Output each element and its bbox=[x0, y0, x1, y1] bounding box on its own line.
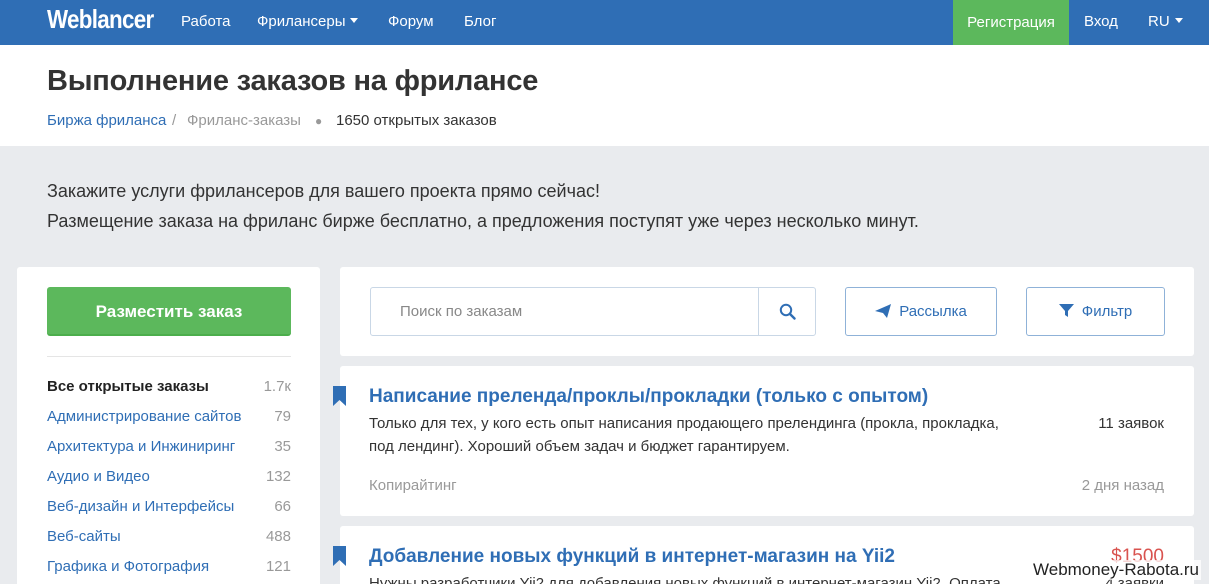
bookmark-icon[interactable] bbox=[333, 546, 346, 566]
category-count: 79 bbox=[274, 408, 291, 425]
login-link[interactable]: Вход bbox=[1084, 13, 1118, 30]
category-label: Все открытые заказы bbox=[47, 378, 209, 395]
nav-blog[interactable]: Блог bbox=[464, 13, 496, 30]
category-sidebar: Разместить заказ Все открытые заказы 1.7… bbox=[17, 267, 320, 584]
subscribe-label: Рассылка bbox=[899, 303, 967, 320]
search-icon bbox=[779, 303, 796, 320]
category-label: Аудио и Видео bbox=[47, 468, 150, 485]
nav-work[interactable]: Работа bbox=[181, 13, 231, 30]
category-count: 66 bbox=[274, 498, 291, 515]
breadcrumb-dot: ● bbox=[315, 114, 323, 128]
bookmark-icon[interactable] bbox=[333, 386, 346, 406]
job-description: Нужны разработчики Yii2 для добавления н… bbox=[369, 575, 1001, 584]
category-count: 488 bbox=[265, 528, 291, 545]
open-orders-count: 1650 открытых заказов bbox=[336, 112, 497, 129]
category-count: 1.7к bbox=[263, 378, 291, 395]
job-time: 2 дня назад bbox=[1081, 477, 1164, 494]
top-navbar: Weblancer Работа Фрилансеры Форум Блог Р… bbox=[0, 0, 1209, 45]
breadcrumb-home[interactable]: Биржа фриланса bbox=[47, 112, 166, 129]
breadcrumb-current: Фриланс-заказы bbox=[187, 112, 301, 129]
nav-freelancers-label: Фрилансеры bbox=[257, 13, 346, 30]
category-count: 35 bbox=[274, 438, 291, 455]
nav-forum[interactable]: Форум bbox=[388, 13, 434, 30]
chevron-down-icon bbox=[1174, 18, 1183, 24]
category-item[interactable]: Администрирование сайтов 79 bbox=[47, 408, 291, 430]
search-panel: Рассылка Фильтр bbox=[340, 267, 1194, 356]
search-input[interactable] bbox=[370, 287, 759, 336]
category-label: Веб-сайты bbox=[47, 528, 121, 545]
paper-plane-icon bbox=[875, 303, 892, 318]
filter-button[interactable]: Фильтр bbox=[1026, 287, 1165, 336]
category-item[interactable]: Веб-сайты 488 bbox=[47, 528, 291, 550]
category-count: 121 bbox=[265, 558, 291, 575]
job-title[interactable]: Написание преленда/проклы/прокладки (тол… bbox=[369, 386, 928, 408]
watermark: Webmoney-Rabota.ru bbox=[1031, 560, 1201, 580]
promo-line-1: Закажите услуги фрилансеров для вашего п… bbox=[47, 181, 600, 201]
category-label: Веб-дизайн и Интерфейсы bbox=[47, 498, 235, 515]
register-button[interactable]: Регистрация bbox=[953, 0, 1069, 45]
job-bids: 11 заявок bbox=[1098, 415, 1164, 432]
job-category[interactable]: Копирайтинг bbox=[369, 477, 457, 494]
place-order-button[interactable]: Разместить заказ bbox=[47, 287, 291, 336]
filter-label: Фильтр bbox=[1081, 303, 1133, 320]
filter-icon bbox=[1058, 304, 1074, 318]
category-label: Архитектура и Инжиниринг bbox=[47, 438, 236, 455]
job-description: Только для тех, у кого есть опыт написан… bbox=[369, 415, 999, 455]
subscribe-button[interactable]: Рассылка bbox=[845, 287, 997, 336]
job-title[interactable]: Добавление новых функций в интернет-мага… bbox=[369, 546, 895, 568]
site-logo[interactable]: Weblancer bbox=[47, 4, 154, 35]
category-label: Администрирование сайтов bbox=[47, 408, 242, 425]
sidebar-divider bbox=[47, 356, 291, 357]
breadcrumb-separator: / bbox=[172, 112, 177, 129]
search-button[interactable] bbox=[758, 287, 816, 336]
category-label: Графика и Фотография bbox=[47, 558, 210, 575]
job-card: Написание преленда/проклы/прокладки (тол… bbox=[333, 366, 1194, 516]
page-header: Выполнение заказов на фрилансе Биржа фри… bbox=[0, 45, 1209, 146]
page-title: Выполнение заказов на фрилансе bbox=[47, 65, 539, 97]
category-item[interactable]: Все открытые заказы 1.7к bbox=[47, 378, 291, 400]
promo-line-2: Размещение заказа на фриланс бирже беспл… bbox=[47, 211, 919, 231]
category-item[interactable]: Графика и Фотография 121 bbox=[47, 558, 291, 580]
language-label: RU bbox=[1148, 13, 1170, 30]
category-item[interactable]: Веб-дизайн и Интерфейсы 66 bbox=[47, 498, 291, 520]
language-selector[interactable]: RU bbox=[1148, 13, 1183, 30]
category-count: 132 bbox=[265, 468, 291, 485]
chevron-down-icon bbox=[350, 18, 359, 24]
category-item[interactable]: Архитектура и Инжиниринг 35 bbox=[47, 438, 291, 460]
category-item[interactable]: Аудио и Видео 132 bbox=[47, 468, 291, 490]
nav-freelancers[interactable]: Фрилансеры bbox=[257, 13, 359, 30]
